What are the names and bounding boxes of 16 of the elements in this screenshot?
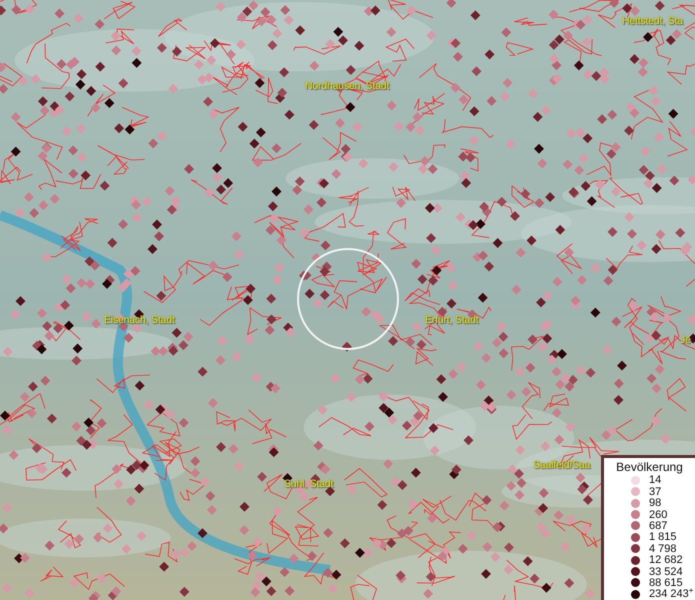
legend-value: 88 615 xyxy=(649,576,683,589)
legend-value: 4 798 xyxy=(649,542,677,555)
legend-value: 234 243$^{+}$ xyxy=(649,588,694,600)
legend-value: 37 xyxy=(649,486,662,498)
place-label: Hettstedt, Sta xyxy=(622,15,683,27)
legend-value: 14 xyxy=(649,474,662,486)
legend-value: 12 682 xyxy=(649,554,683,566)
legend-value: 98 xyxy=(649,497,662,510)
legend-title: Bevölkerung xyxy=(615,460,684,474)
legend-value: 1 815 xyxy=(649,531,677,544)
place-label: Suhl, Stadt xyxy=(284,478,334,490)
legend-value: 687 xyxy=(649,520,668,532)
place-label: Eisenach, Stadt xyxy=(104,314,175,326)
legend-value: 260 xyxy=(649,508,668,521)
legend-value: 33 524 xyxy=(649,566,683,578)
place-label: Erfurt, Stadt xyxy=(425,314,478,326)
